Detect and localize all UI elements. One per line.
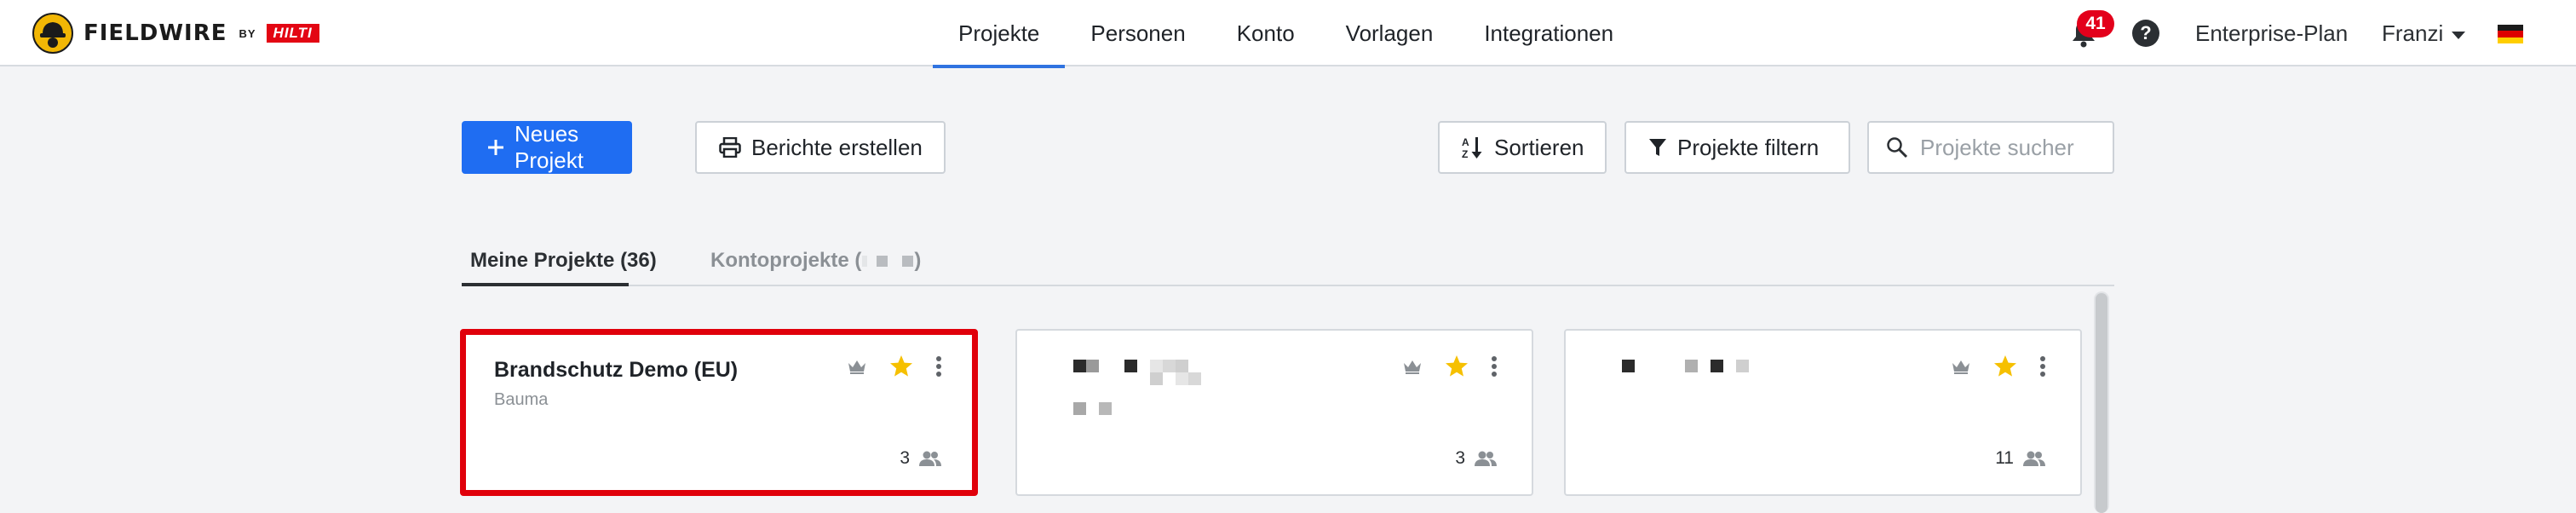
plus-icon [487, 139, 504, 156]
redacted-pixel [862, 256, 868, 268]
notification-badge: 41 [2077, 10, 2114, 37]
member-count-value: 3 [900, 448, 910, 468]
card-actions [847, 354, 942, 378]
more-options-icon[interactable] [2039, 355, 2046, 378]
fieldwire-logo[interactable]: FIELDWIRE BY HILTI [32, 12, 319, 55]
help-icon[interactable]: ? [2132, 20, 2159, 47]
nav-tab-integrationen[interactable]: Integrationen [1458, 0, 1639, 66]
people-icon [919, 451, 941, 466]
project-subtitle: Bauma [494, 390, 549, 409]
nav-tab-personen[interactable]: Personen [1065, 0, 1210, 66]
tab-my-projects[interactable]: Meine Projekte (36) [470, 249, 657, 286]
project-search[interactable] [1867, 121, 2114, 174]
member-count: 3 [1455, 448, 1498, 469]
new-project-button[interactable]: Neues Projekt [462, 121, 632, 174]
plan-label[interactable]: Enterprise-Plan [2195, 20, 2348, 47]
star-icon[interactable] [1993, 354, 2017, 378]
helmet-logo-icon [32, 13, 73, 54]
create-reports-label: Berichte erstellen [751, 134, 923, 160]
sort-icon: A Z [1462, 135, 1484, 159]
scrollbar-thumb[interactable] [2096, 293, 2107, 513]
logo-by-text: BY [239, 26, 256, 40]
star-icon[interactable] [889, 354, 913, 378]
project-tabs: Meine Projekte (36) Kontoprojekte () [462, 230, 2114, 286]
crown-icon [848, 360, 865, 374]
search-icon [1887, 137, 1908, 159]
project-card[interactable]: 3 [1015, 329, 1533, 496]
star-icon[interactable] [1445, 354, 1469, 378]
hilti-logo: HILTI [266, 24, 319, 43]
crown-icon [1404, 360, 1421, 374]
create-reports-button[interactable]: Berichte erstellen [695, 121, 946, 174]
sort-button[interactable]: A Z Sortieren [1438, 121, 1607, 174]
user-name: Franzi [2382, 20, 2444, 46]
member-count: 3 [900, 448, 942, 469]
more-options-icon[interactable] [1491, 355, 1498, 378]
filter-icon [1648, 137, 1667, 158]
project-title: Brandschutz Demo (EU) [494, 358, 739, 382]
filter-projects-button[interactable]: Projekte filtern [1624, 121, 1850, 174]
member-count-value: 11 [1995, 448, 2014, 468]
search-input[interactable] [1920, 134, 2107, 161]
redacted-pixel [902, 256, 914, 268]
nav-tab-projekte[interactable]: Projekte [933, 0, 1066, 68]
more-options-icon[interactable] [935, 355, 942, 378]
people-icon [1475, 451, 1497, 466]
filter-projects-label: Projekte filtern [1677, 134, 1820, 160]
card-actions [1402, 354, 1498, 378]
tab-account-projects-label: Kontoprojekte ( [710, 249, 862, 272]
nav-tab-konto[interactable]: Konto [1211, 0, 1320, 66]
redacted-title [1622, 360, 1767, 377]
nav-tab-vorlagen[interactable]: Vorlagen [1320, 0, 1459, 66]
redacted-pixel [877, 256, 888, 268]
tab-account-projects-suffix: ) [914, 249, 922, 272]
member-count: 11 [1995, 448, 2046, 469]
main-nav: Projekte Personen Konto Vorlagen Integra… [933, 0, 1639, 68]
crown-icon [1952, 360, 1969, 374]
svg-text:Z: Z [1462, 148, 1468, 159]
people-icon [2023, 451, 2045, 466]
project-card[interactable]: Brandschutz Demo (EU) Bauma 3 [460, 329, 978, 496]
german-flag-icon[interactable] [2498, 25, 2523, 43]
redacted-title [1073, 360, 1227, 419]
project-card[interactable]: 11 [1564, 329, 2082, 496]
member-count-value: 3 [1455, 448, 1465, 468]
svg-text:A: A [1462, 136, 1469, 148]
new-project-label: Neues Projekt [515, 121, 584, 173]
active-tab-indicator [462, 283, 629, 286]
user-menu[interactable]: Franzi [2382, 20, 2466, 47]
sort-label: Sortieren [1494, 134, 1584, 160]
tab-account-projects[interactable]: Kontoprojekte () [710, 249, 921, 286]
logo-wordmark: FIELDWIRE [83, 20, 227, 46]
printer-icon [719, 137, 741, 158]
chevron-down-icon [2452, 32, 2466, 39]
card-actions [1951, 354, 2046, 378]
top-header: FIELDWIRE BY HILTI Projekte Personen Kon… [0, 0, 2576, 68]
